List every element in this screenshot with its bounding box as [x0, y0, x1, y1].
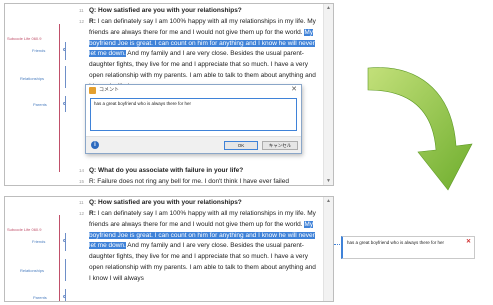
question-text[interactable]: Q: What do you associate with failure in… [89, 166, 319, 177]
scroll-up-icon[interactable]: ▲ [326, 198, 331, 204]
line-number: 14 [79, 168, 85, 173]
vertical-scrollbar[interactable]: ▲ [323, 197, 333, 301]
line-number: 11 [79, 200, 84, 205]
comment-dialog: コメント ✕ has a great boyfriend who is alwa… [85, 84, 302, 154]
code-bracket-subcode [59, 24, 60, 172]
comment-text[interactable]: has a great boyfriend who is always ther… [347, 240, 444, 245]
dialog-titlebar[interactable]: コメント ✕ [86, 85, 301, 96]
bracket-handle[interactable] [63, 295, 66, 298]
question-text[interactable]: Q: How satisfied are you with your relat… [89, 6, 319, 17]
code-margin: Subcode Life 060.9 Friends Relationships… [5, 197, 71, 301]
code-tag-relationships[interactable]: Relationships [20, 76, 44, 81]
code-tag-subcode[interactable]: Subcode Life 060.9 [7, 227, 41, 232]
code-tag-parents[interactable]: Parents [33, 102, 47, 107]
vertical-scrollbar[interactable]: ▲ ▼ [323, 4, 333, 185]
code-tag-subcode[interactable]: Subcode Life 060.9 [7, 36, 41, 41]
line-number: 12 [79, 19, 85, 24]
code-tag-friends[interactable]: Friends [32, 239, 45, 244]
info-icon[interactable]: i [91, 141, 99, 149]
document-panel-after: Subcode Life 060.9 Friends Relationships… [4, 196, 334, 302]
code-bracket-relationships [65, 66, 66, 88]
code-margin: Subcode Life 060.9 Friends Relationships… [5, 4, 71, 185]
curved-arrow-icon [367, 67, 473, 191]
cancel-button[interactable]: キャンセル [262, 141, 298, 150]
close-icon[interactable]: ✕ [291, 85, 297, 93]
scroll-up-icon[interactable]: ▲ [326, 5, 331, 11]
dialog-title: コメント [99, 87, 120, 93]
ok-button[interactable]: OK [224, 141, 258, 150]
dialog-footer: i OK キャンセル [86, 136, 301, 153]
pencil-icon [89, 87, 96, 94]
question-text[interactable]: Q: How satisfied are you with your relat… [89, 198, 319, 209]
bracket-handle[interactable] [63, 239, 66, 242]
response-text[interactable]: R: I can definately say I am 100% happy … [89, 209, 319, 285]
response-text-before[interactable]: I can definately say I am 100% happy wit… [89, 210, 316, 228]
bracket-handle[interactable] [63, 102, 66, 105]
bracket-handle[interactable] [63, 48, 66, 51]
response-text-before[interactable]: I can definately say I am 100% happy wit… [89, 18, 316, 36]
line-number: 15 [79, 179, 85, 184]
code-tag-parents[interactable]: Parents [33, 295, 47, 300]
response-text[interactable]: R: Failure does not ring any bell for me… [89, 177, 319, 185]
code-bracket-friends [65, 233, 66, 251]
comment-input[interactable]: has a great boyfriend who is always ther… [90, 98, 297, 131]
line-number: 12 [79, 211, 85, 216]
comment-box[interactable]: has a great boyfriend who is always ther… [341, 236, 475, 259]
code-bracket-friends [65, 42, 66, 60]
document-panel-before: Subcode Life 060.9 Friends Relationships… [4, 3, 334, 186]
line-number: 11 [79, 8, 84, 13]
close-icon[interactable]: ✕ [466, 239, 471, 245]
code-tag-relationships[interactable]: Relationships [20, 268, 44, 273]
response-prefix: R: [89, 18, 96, 25]
code-bracket-subcode [59, 215, 60, 301]
question-paragraph: 14 Q: What do you associate with failure… [71, 166, 319, 177]
scroll-down-icon[interactable]: ▼ [326, 178, 331, 184]
response-paragraph: 12 R: I can definately say I am 100% hap… [71, 209, 319, 301]
response-prefix: R: [89, 210, 96, 217]
code-tag-friends[interactable]: Friends [32, 48, 45, 53]
response-text[interactable]: R: I can definately say I am 100% happy … [89, 17, 319, 93]
response-paragraph: 15 R: Failure does not ring any bell for… [71, 177, 319, 185]
code-bracket-relationships [65, 259, 66, 281]
